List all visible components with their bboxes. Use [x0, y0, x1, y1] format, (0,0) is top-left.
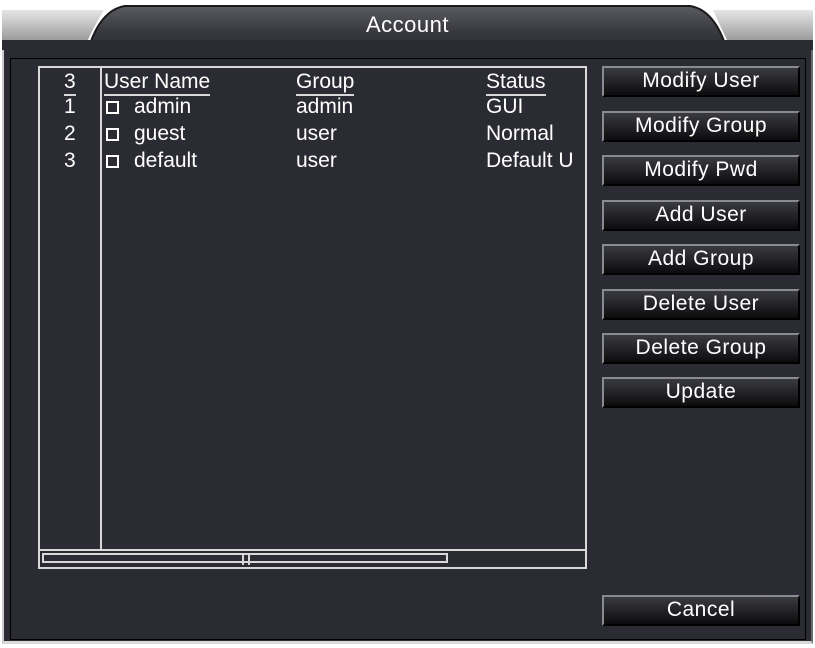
row-status: Default U	[486, 149, 574, 172]
row-checkbox[interactable]	[106, 155, 119, 168]
count-header: 3	[64, 70, 76, 96]
delete-user-button[interactable]: Delete User	[602, 289, 800, 320]
row-user-name: default	[134, 149, 198, 172]
row-group: admin	[296, 95, 354, 118]
cancel-button[interactable]: Cancel	[602, 595, 800, 626]
add-user-button[interactable]: Add User	[602, 200, 800, 231]
modify-group-button[interactable]: Modify Group	[602, 111, 800, 142]
row-index: 1	[64, 95, 76, 118]
index-column-divider	[100, 68, 102, 549]
user-table[interactable]: 3 User Name Group Status 1 admin admin G…	[38, 66, 587, 569]
user-name-header[interactable]: User Name	[104, 70, 211, 96]
modify-pwd-button[interactable]: Modify Pwd	[602, 155, 800, 186]
window-title: Account	[366, 12, 449, 37]
status-header[interactable]: Status	[486, 70, 546, 96]
row-user-name: guest	[134, 122, 186, 145]
modify-user-button[interactable]: Modify User	[602, 66, 800, 97]
scrollbar-track[interactable]	[42, 553, 448, 565]
account-dialog: Account 3 User Name Group Status 1 admin…	[0, 0, 815, 648]
row-index: 3	[64, 149, 76, 172]
row-index: 2	[64, 122, 76, 145]
scrollbar-thumb[interactable]	[242, 555, 250, 565]
row-status: Normal	[486, 122, 554, 145]
delete-group-button[interactable]: Delete Group	[602, 333, 800, 364]
row-group: user	[296, 149, 337, 172]
row-checkbox[interactable]	[106, 128, 119, 141]
row-checkbox[interactable]	[106, 101, 119, 114]
update-button[interactable]: Update	[602, 377, 800, 408]
title-bar: Account	[0, 0, 815, 52]
group-header[interactable]: Group	[296, 70, 355, 96]
row-group: user	[296, 122, 337, 145]
row-user-name: admin	[134, 95, 192, 118]
horizontal-scrollbar[interactable]	[40, 549, 585, 565]
row-status: GUI	[486, 95, 524, 118]
add-group-button[interactable]: Add Group	[602, 244, 800, 275]
